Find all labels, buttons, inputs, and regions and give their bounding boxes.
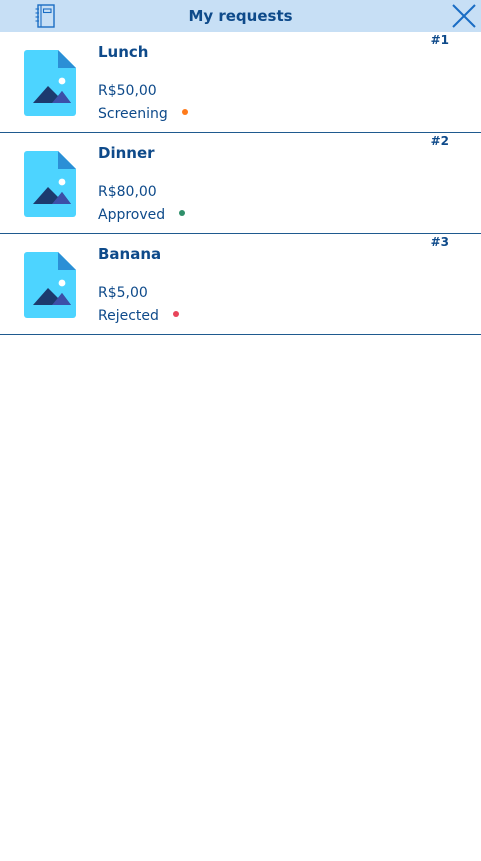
request-status: Screening <box>98 103 188 123</box>
status-dot <box>181 108 188 115</box>
close-icon[interactable] <box>450 2 478 30</box>
request-name: Dinner <box>98 144 155 162</box>
list-item[interactable]: Dinner R$80,00 Approved #2 <box>0 133 481 234</box>
status-label: Screening <box>98 106 168 122</box>
request-name: Banana <box>98 245 162 263</box>
request-number: #2 <box>430 134 449 148</box>
request-number: #3 <box>430 235 449 249</box>
status-label: Approved <box>98 207 166 223</box>
notebook-icon[interactable] <box>33 3 59 29</box>
status-label: Rejected <box>98 308 159 324</box>
status-dot <box>179 209 186 216</box>
image-file-icon <box>24 50 78 116</box>
header-bar: My requests <box>0 0 481 32</box>
request-amount: R$50,00 <box>98 83 157 99</box>
request-name: Lunch <box>98 43 149 61</box>
image-file-icon <box>24 252 78 318</box>
status-dot <box>173 310 179 317</box>
request-status: Rejected <box>98 305 179 325</box>
app-window: My requests Lunch R$50,00 Screening #1 D… <box>0 0 481 861</box>
requests-list: Lunch R$50,00 Screening #1 Dinner R$80,0… <box>0 32 481 335</box>
request-number: #1 <box>430 33 449 47</box>
list-item[interactable]: Lunch R$50,00 Screening #1 <box>0 32 481 133</box>
page-title: My requests <box>188 7 293 25</box>
request-amount: R$5,00 <box>98 285 148 301</box>
request-status: Approved <box>98 204 186 224</box>
request-amount: R$80,00 <box>98 184 157 200</box>
list-item[interactable]: Banana R$5,00 Rejected #3 <box>0 234 481 335</box>
image-file-icon <box>24 151 78 217</box>
